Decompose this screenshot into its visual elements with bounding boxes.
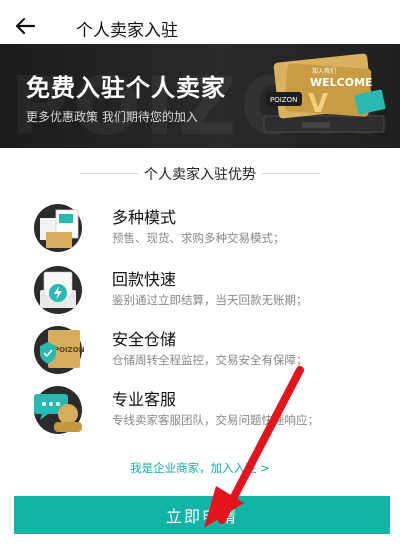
feature-item: 专业客服 专线卖家客服团队，交易问题快速响应；	[0, 382, 400, 442]
feature-desc: 鉴别通过立即结算，当天回款无账期；	[112, 293, 308, 307]
top-bar: 个人卖家入驻	[0, 8, 400, 44]
chat-icon	[34, 386, 82, 434]
feature-desc: 专线卖家客服团队，交易问题快速响应；	[112, 413, 319, 427]
feature-title: 多种模式	[112, 208, 177, 227]
divider-right	[262, 173, 320, 174]
document-icon	[34, 204, 82, 252]
feature-title: 专业客服	[112, 390, 177, 409]
svg-text:WELCOME: WELCOME	[310, 76, 373, 89]
svg-text:V: V	[308, 89, 328, 119]
apply-now-button[interactable]: 立即申请	[14, 496, 390, 534]
feature-title: 回款快速	[112, 270, 177, 289]
section-heading: 个人卖家入驻优势	[0, 164, 400, 184]
enterprise-merchant-link[interactable]: 我是企业商家，加入入驻 >	[0, 460, 400, 476]
status-bar	[0, 0, 400, 8]
svg-text:加入我们: 加入我们	[312, 67, 336, 75]
svg-text:POIZON: POIZON	[54, 346, 85, 354]
feature-item: 多种模式 预售、现货、求购多种交易模式；	[0, 200, 400, 260]
feature-desc: 仓储周转全程监控，交易安全有保障；	[112, 353, 308, 367]
banner-subtitle: 更多优惠政策 我们期待您的加入	[26, 110, 198, 124]
svg-text:POIZON: POIZON	[270, 96, 297, 104]
welcome-card-illustration: WELCOME 加入我们 V POIZON	[263, 53, 386, 133]
banner: POIZON 免费入驻个人卖家 更多优惠政策 我们期待您的加入 WELCOME …	[0, 44, 400, 148]
feature-item: 回款快速 鉴别通过立即结算，当天回款无账期；	[0, 262, 400, 322]
back-arrow-icon[interactable]	[12, 12, 40, 40]
feature-item: POIZON 安全仓储 仓储周转全程监控，交易安全有保障；	[0, 322, 400, 382]
feature-title: 安全仓储	[112, 330, 177, 349]
banner-title: 免费入驻个人卖家	[26, 74, 226, 102]
feature-desc: 预售、现货、求购多种交易模式；	[112, 231, 285, 245]
shield-icon: POIZON	[34, 326, 85, 374]
section-title: 个人卖家入驻优势	[144, 167, 256, 183]
page-title: 个人卖家入驻	[76, 21, 178, 41]
lightning-icon	[34, 266, 82, 314]
